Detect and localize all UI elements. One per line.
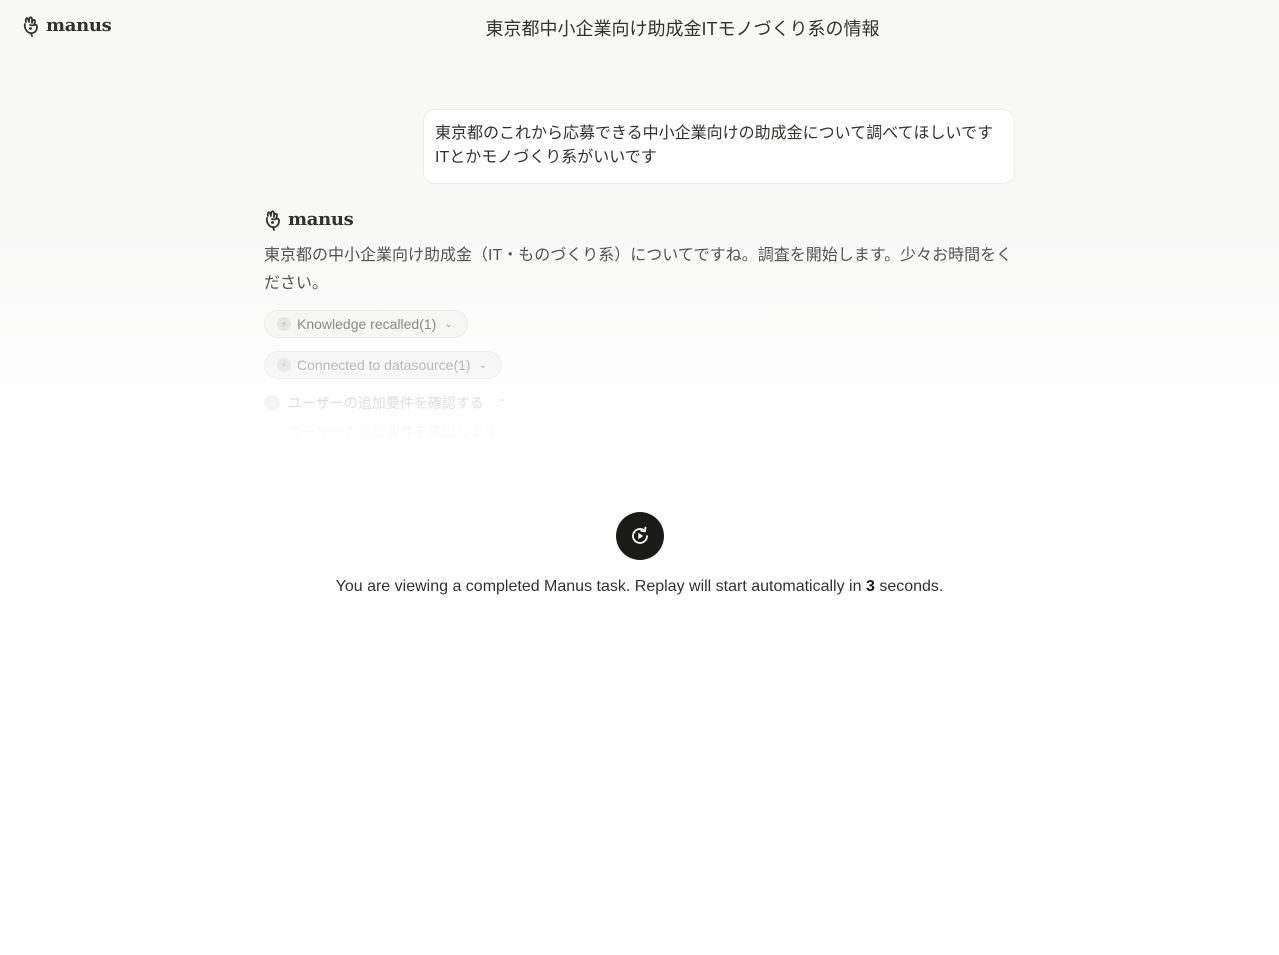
datasource-chip[interactable]: ⚡ Connected to datasource(1) ⌄ [264,351,502,379]
user-message-line: ITとかモノづくり系がいいです [435,149,657,166]
manus-hand-icon [23,16,38,37]
task-step[interactable]: ユーザーの追加要件を確認する ⌃ [264,393,507,413]
replay-icon [632,526,648,544]
step-title: ユーザーの追加要件を確認する [288,395,484,411]
logo-text: manus [46,14,112,36]
assistant-logo: manus [264,207,354,231]
page: manus 東京都中小企業向け助成金ITモノづくり系の情報 東京都のこれから応募… [0,0,1279,955]
assistant-message: 東京都の中小企業向け助成金（IT・ものづくり系）についてですね。調査を開始します… [264,247,1013,292]
bolt-icon: ⚡ [277,358,291,372]
step-detail: ユーザーの追加要件を確認します [288,424,498,440]
fade-overlay [0,360,1279,470]
replay-button[interactable] [616,512,664,560]
chevron-down-icon: ⌄ [444,318,453,330]
replay-notice: You are viewing a completed Manus task. … [0,578,1279,596]
user-message-line: 東京都のこれから応募できる中小企業向けの助成金について調べてほしいです [435,125,994,142]
manus-hand-icon [265,210,280,231]
assistant-logo-text: manus [288,208,354,230]
replay-countdown: 3 [865,578,875,595]
manus-logo[interactable]: manus [22,13,112,37]
check-circle-icon [264,395,280,411]
knowledge-recalled-chip[interactable]: ⚡ Knowledge recalled(1) ⌄ [264,310,468,338]
replay-text-after: seconds. [879,578,944,595]
chevron-down-icon: ⌄ [478,359,487,371]
replay-text-before: You are viewing a completed Manus task. … [335,578,862,595]
chip-label: Knowledge recalled(1) [297,316,437,332]
chip-label: Connected to datasource(1) [297,357,471,373]
bolt-icon: ⚡ [277,317,291,331]
page-title: 東京都中小企業向け助成金ITモノづくり系の情報 [485,19,880,39]
chevron-up-icon: ⌃ [497,397,507,410]
user-message-bubble: 東京都のこれから応募できる中小企業向けの助成金について調べてほしいです ITとか… [423,109,1015,184]
